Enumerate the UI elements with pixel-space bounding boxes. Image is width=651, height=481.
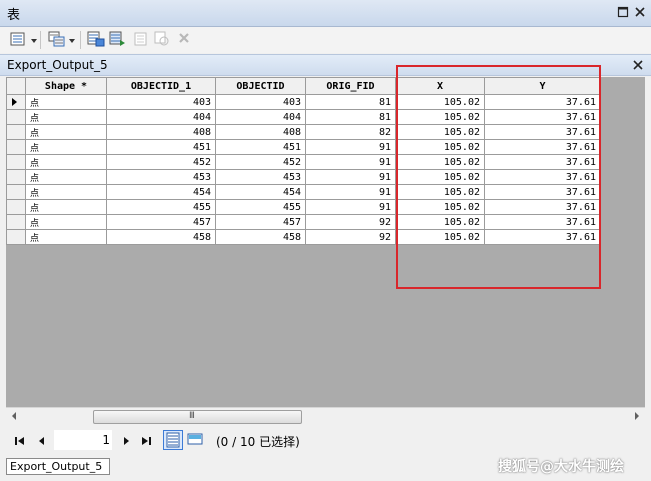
cell-orig-fid[interactable]: 81 [305, 94, 396, 110]
horizontal-scrollbar[interactable]: III [6, 407, 645, 425]
row-selector[interactable] [6, 199, 26, 215]
row-selector[interactable] [6, 169, 26, 185]
title-bar: 表 [0, 0, 651, 27]
cell-orig-fid[interactable]: 91 [305, 139, 396, 155]
table-options-dropdown[interactable] [31, 39, 37, 43]
first-record-icon[interactable] [14, 435, 26, 447]
table-options-icon[interactable] [10, 31, 28, 47]
row-selector[interactable] [6, 139, 26, 155]
cell-objectid-1[interactable]: 458 [106, 229, 216, 245]
cell-objectid-1[interactable]: 451 [106, 139, 216, 155]
cell-orig-fid[interactable]: 91 [305, 169, 396, 185]
cell-objectid[interactable]: 458 [215, 229, 306, 245]
last-record-icon[interactable] [140, 435, 152, 447]
cell-orig-fid[interactable]: 91 [305, 154, 396, 170]
scroll-left-icon[interactable] [12, 412, 16, 420]
record-navigation-bar: (0 / 10 已选择) [0, 426, 651, 456]
cell-shape[interactable]: 点 [25, 94, 107, 110]
current-record-input[interactable] [54, 430, 112, 450]
cell-orig-fid[interactable]: 82 [305, 124, 396, 140]
cell-objectid[interactable]: 454 [215, 184, 306, 200]
cell-shape[interactable]: 点 [25, 199, 107, 215]
cell-orig-fid[interactable]: 81 [305, 109, 396, 125]
cell-objectid[interactable]: 403 [215, 94, 306, 110]
next-record-icon[interactable] [120, 435, 132, 447]
cell-objectid-1[interactable]: 457 [106, 214, 216, 230]
restore-icon[interactable] [617, 6, 629, 18]
row-selector[interactable] [6, 109, 26, 125]
watermark: 搜狐号@大水牛测绘 [498, 459, 624, 475]
xy-columns-highlight [396, 65, 601, 289]
show-all-records-icon[interactable] [163, 430, 183, 450]
table-toolbar [0, 27, 651, 53]
related-tables-dropdown[interactable] [69, 39, 75, 43]
scroll-grip: III [189, 411, 195, 421]
clear-selection-icon[interactable] [133, 31, 151, 47]
row-selector[interactable] [6, 184, 26, 200]
cell-shape[interactable]: 点 [25, 229, 107, 245]
cell-shape[interactable]: 点 [25, 169, 107, 185]
cell-shape[interactable]: 点 [25, 184, 107, 200]
row-selector[interactable] [6, 94, 26, 110]
column-header-objectid-1[interactable]: OBJECTID_1 [106, 77, 216, 95]
cell-objectid-1[interactable]: 403 [106, 94, 216, 110]
table-window: 表 Export_Output_5 Shape * OBJECTID_1 OBJ… [0, 0, 651, 481]
row-selector[interactable] [6, 214, 26, 230]
cell-shape[interactable]: 点 [25, 109, 107, 125]
window-title: 表 [7, 8, 21, 23]
column-header-orig-fid[interactable]: ORIG_FID [305, 77, 396, 95]
related-tables-icon[interactable] [48, 31, 66, 47]
scroll-right-icon[interactable] [635, 412, 639, 420]
cell-objectid[interactable]: 452 [215, 154, 306, 170]
column-header-objectid[interactable]: OBJECTID [215, 77, 306, 95]
cell-objectid[interactable]: 404 [215, 109, 306, 125]
zoom-to-selected-icon[interactable] [154, 31, 172, 47]
cell-objectid[interactable]: 457 [215, 214, 306, 230]
close-icon[interactable] [634, 6, 646, 18]
row-selector[interactable] [6, 124, 26, 140]
cell-orig-fid[interactable]: 91 [305, 184, 396, 200]
cell-objectid[interactable]: 408 [215, 124, 306, 140]
cell-objectid-1[interactable]: 455 [106, 199, 216, 215]
bottom-table-tab[interactable]: Export_Output_5 [6, 458, 110, 475]
select-by-attributes-icon[interactable] [87, 31, 105, 47]
cell-objectid-1[interactable]: 452 [106, 154, 216, 170]
scroll-thumb[interactable]: III [93, 410, 302, 424]
cell-objectid[interactable]: 455 [215, 199, 306, 215]
close-table-icon[interactable] [633, 56, 643, 74]
cell-orig-fid[interactable]: 91 [305, 199, 396, 215]
cell-objectid-1[interactable]: 404 [106, 109, 216, 125]
current-row-icon [12, 98, 17, 106]
cell-shape[interactable]: 点 [25, 124, 107, 140]
row-selector[interactable] [6, 229, 26, 245]
cell-shape[interactable]: 点 [25, 214, 107, 230]
cell-objectid[interactable]: 451 [215, 139, 306, 155]
row-selector[interactable] [6, 154, 26, 170]
cell-shape[interactable]: 点 [25, 139, 107, 155]
cell-shape[interactable]: 点 [25, 154, 107, 170]
toolbar-separator [80, 31, 81, 49]
cell-objectid[interactable]: 453 [215, 169, 306, 185]
show-selected-records-icon[interactable] [186, 430, 206, 450]
cell-objectid-1[interactable]: 453 [106, 169, 216, 185]
row-selector-header[interactable] [6, 77, 26, 95]
cell-objectid-1[interactable]: 408 [106, 124, 216, 140]
column-header-shape[interactable]: Shape * [25, 77, 107, 95]
toolbar-separator [40, 31, 41, 49]
switch-selection-icon[interactable] [109, 31, 127, 47]
cell-objectid-1[interactable]: 454 [106, 184, 216, 200]
selection-status: (0 / 10 已选择) [216, 435, 300, 449]
table-tab-title: Export_Output_5 [7, 58, 108, 72]
previous-record-icon[interactable] [36, 435, 48, 447]
cell-orig-fid[interactable]: 92 [305, 229, 396, 245]
cell-orig-fid[interactable]: 92 [305, 214, 396, 230]
delete-selected-icon[interactable] [177, 31, 195, 47]
